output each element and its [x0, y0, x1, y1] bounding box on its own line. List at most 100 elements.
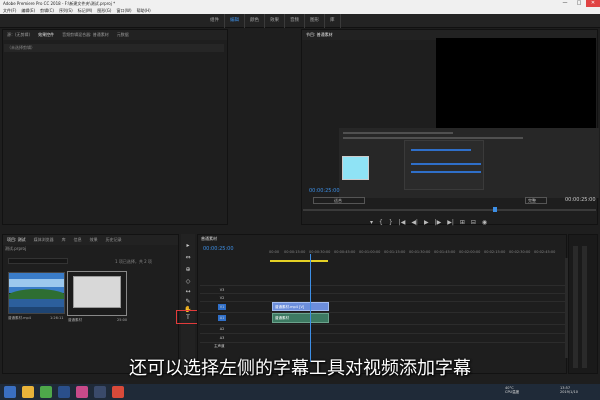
resolution-select[interactable]: 完整 — [525, 197, 547, 204]
workspace-tab-audio[interactable]: 音频 — [285, 14, 305, 28]
chrome-icon[interactable] — [40, 386, 52, 398]
clip-duration: 1:26:11 — [50, 316, 64, 320]
ruler-tick: 00:02:30:00 — [509, 250, 531, 254]
clock-date: 2019/1/10 — [560, 390, 578, 394]
tab-history[interactable]: 历史记录 — [102, 235, 126, 245]
workspace-tab-color[interactable]: 颜色 — [245, 14, 265, 28]
landscape-image — [9, 273, 64, 313]
menu-help[interactable]: 帮助(H) — [137, 7, 151, 14]
track-divider — [200, 324, 567, 325]
slip-tool-icon[interactable]: ↔ — [184, 288, 192, 296]
marker-icon[interactable]: ▾ — [370, 219, 373, 227]
program-scrub-bar[interactable] — [303, 209, 596, 211]
app-icon[interactable] — [94, 386, 106, 398]
menu-sequence[interactable]: 序列(S) — [59, 7, 73, 14]
export-frame-icon[interactable]: ◉ — [482, 219, 487, 227]
tab-project[interactable]: 项目: 测试 — [3, 235, 30, 245]
workspace-tab-libraries[interactable]: 库 — [325, 14, 341, 28]
mark-in-icon[interactable]: { — [379, 219, 383, 227]
effect-controls-panel: 源：(无剪辑) 效果控件 音频剪辑混合器: 普通素材 元数据 — [2, 29, 228, 225]
menu-window[interactable]: 窗口(W) — [116, 7, 131, 14]
mark-out-icon[interactable]: } — [389, 219, 393, 227]
window-title: Adobe Premiere Pro CC 2018 - F:\新建文件夹\测试… — [0, 0, 600, 7]
premiere-pro-icon[interactable] — [76, 386, 88, 398]
nested-toolbar-line — [343, 132, 453, 134]
start-button-icon[interactable] — [4, 386, 16, 398]
ruler-tick: 00:00:30:00 — [309, 250, 331, 254]
menu-edit[interactable]: 编辑(E) — [21, 7, 35, 14]
track-label-a1[interactable]: A1 — [218, 315, 226, 321]
nested-clip-line — [411, 149, 471, 151]
workspace-tab-assembly[interactable]: 组件 — [205, 14, 225, 28]
track-label-v1[interactable]: V1 — [218, 304, 226, 310]
play-icon[interactable]: ▶ — [424, 219, 429, 227]
menu-marker[interactable]: 标记(M) — [78, 7, 93, 14]
step-forward-icon[interactable]: |▶ — [435, 219, 442, 227]
timeline-timecode[interactable]: 00:00:25:00 — [203, 246, 234, 252]
clip-thumbnail-landscape[interactable] — [8, 272, 65, 314]
tab-media-browser[interactable]: 媒体浏览器 — [30, 235, 58, 245]
go-to-out-icon[interactable]: ▶| — [447, 219, 454, 227]
timeline-ruler[interactable]: 00:00 00:00:15:00 00:00:30:00 00:00:45:0… — [269, 250, 567, 260]
lift-icon[interactable]: ⊞ — [460, 219, 465, 227]
ruler-tick: 00:02:45:00 — [534, 250, 556, 254]
sequence-name: 普通素材 — [68, 318, 82, 322]
tab-source[interactable]: 源：(无剪辑) — [3, 30, 34, 40]
nested-preview-thumbnail — [342, 156, 369, 180]
razor-tool-icon[interactable]: ◇ — [184, 278, 192, 286]
ruler-tick: 00:01:15:00 — [384, 250, 406, 254]
project-file-name: 测试.prproj — [5, 246, 27, 251]
system-tray: 40°C CPU温度 — [505, 386, 519, 394]
timeline-sequence-tab[interactable]: 普通素材 — [201, 236, 217, 242]
ripple-edit-tool-icon[interactable]: ⊕ — [184, 266, 192, 274]
step-back-icon[interactable]: ◀| — [411, 219, 418, 227]
track-divider — [200, 312, 567, 313]
browser-icon[interactable] — [22, 386, 34, 398]
go-to-in-icon[interactable]: |◀ — [399, 219, 406, 227]
close-button[interactable]: ✕ — [586, 0, 600, 7]
workspace-tab-graphics[interactable]: 图形 — [305, 14, 325, 28]
program-playhead[interactable] — [493, 207, 497, 212]
clip-name: 普通素材.mp4 — [8, 316, 31, 320]
extract-icon[interactable]: ⊟ — [471, 219, 476, 227]
track-label-a3[interactable]: A3 — [218, 335, 226, 341]
program-timecode[interactable]: 00:00:25:00 — [309, 188, 340, 194]
tab-libraries[interactable]: 库 — [58, 235, 70, 245]
zoom-select[interactable]: 适合 — [313, 197, 365, 204]
tab-info[interactable]: 信息 — [70, 235, 86, 245]
ie-icon[interactable] — [58, 386, 70, 398]
menu-clip[interactable]: 剪辑(C) — [40, 7, 54, 14]
minimize-button[interactable]: — — [558, 0, 572, 7]
tab-audio-clip-mixer[interactable]: 音频剪辑混合器: 普通素材 — [58, 30, 113, 40]
workspace-tabs: 组件 编辑 颜色 效果 音频 图形 库 — [205, 14, 341, 28]
master-track-label: 主声道 — [214, 344, 225, 348]
work-area-bar[interactable] — [270, 260, 328, 262]
menu-file[interactable]: 文件(F) — [3, 7, 16, 14]
nested-clip-line — [411, 171, 481, 173]
track-label-v2[interactable]: V2 — [218, 295, 226, 301]
project-search-input[interactable] — [8, 258, 68, 264]
track-label-a2[interactable]: A2 — [218, 326, 226, 332]
maximize-button[interactable]: □ — [572, 0, 586, 7]
program-monitor-title[interactable]: 节目: 普通素材 — [302, 30, 337, 40]
workspace-tab-effects[interactable]: 效果 — [265, 14, 285, 28]
timeline-playhead[interactable] — [310, 254, 311, 362]
pen-tool-icon[interactable]: ✎ — [184, 298, 192, 306]
ruler-tick: 00:00:45:00 — [334, 250, 356, 254]
nested-clip-line — [411, 163, 481, 165]
video-subtitle: 还可以选择左侧的字幕工具对视频添加字幕 — [129, 358, 471, 379]
no-clip-selected-label: （未选择剪辑） — [4, 44, 224, 52]
timeline-audio-clip[interactable]: 普通素材 — [272, 313, 329, 323]
tab-effects[interactable]: 效果 — [86, 235, 102, 245]
tab-metadata[interactable]: 元数据 — [113, 30, 133, 40]
track-select-tool-icon[interactable]: ⇔ — [184, 254, 192, 262]
clock[interactable]: 13:57 2019/1/10 — [560, 386, 578, 394]
selection-tool-icon[interactable]: ▸ — [184, 242, 192, 250]
media-icon[interactable] — [112, 386, 124, 398]
timeline-video-clip[interactable]: 普通素材.mp4 [V] — [272, 302, 329, 311]
track-divider — [200, 293, 567, 294]
workspace-tab-editing[interactable]: 编辑 — [225, 14, 245, 28]
tab-effect-controls[interactable]: 效果控件 — [34, 30, 58, 40]
track-label-v3[interactable]: V3 — [218, 287, 226, 293]
menu-graphics[interactable]: 图形(G) — [97, 7, 111, 14]
